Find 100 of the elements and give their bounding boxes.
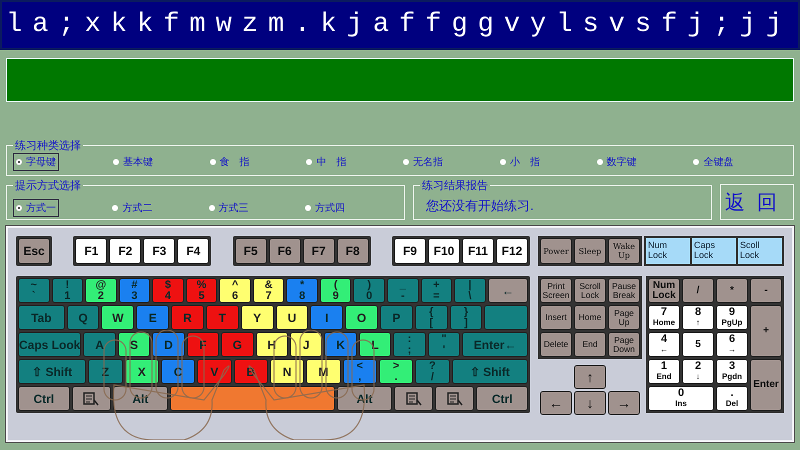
radio-option[interactable]: 方式二 <box>109 199 156 217</box>
key[interactable]: 8 ↑ <box>682 305 714 330</box>
key[interactable]: $ 4 <box>152 278 184 303</box>
radio-option[interactable]: 无名指 <box>400 153 446 171</box>
key[interactable]: F11 <box>462 238 494 264</box>
key[interactable]: 9 PgUp <box>716 305 748 330</box>
key[interactable]: L <box>358 332 392 357</box>
key[interactable]: Ctrl <box>18 386 70 411</box>
radio-option[interactable]: 数字键 <box>594 153 640 171</box>
key[interactable]: ! 1 <box>52 278 84 303</box>
key[interactable]: W <box>101 305 134 330</box>
key[interactable] <box>72 386 111 411</box>
key[interactable]: + <box>750 305 782 357</box>
key[interactable]: P <box>380 305 413 330</box>
key[interactable]: ^ 6 <box>219 278 251 303</box>
key[interactable]: / <box>682 278 714 303</box>
key[interactable]: | \ <box>454 278 486 303</box>
key[interactable]: @ 2 <box>85 278 117 303</box>
key[interactable]: . Del <box>716 386 748 411</box>
key[interactable]: O <box>345 305 378 330</box>
key[interactable]: Num Lock <box>648 278 680 303</box>
key[interactable]: F3 <box>143 238 176 264</box>
key[interactable]: F6 <box>268 238 301 264</box>
typing-field[interactable] <box>6 58 794 102</box>
key[interactable]: * <box>716 278 748 303</box>
key[interactable]: Home <box>574 305 606 330</box>
key[interactable]: - <box>750 278 782 303</box>
key[interactable]: J <box>290 332 322 357</box>
key[interactable]: ) 0 <box>353 278 386 303</box>
key[interactable]: F <box>186 332 220 357</box>
radio-option[interactable]: 字母键 <box>13 153 59 171</box>
key[interactable] <box>435 386 474 411</box>
key[interactable]: * 8 <box>286 278 318 303</box>
key[interactable]: ⇧ Shift <box>452 359 528 384</box>
key[interactable]: " ' <box>428 332 460 357</box>
key[interactable]: V <box>197 359 232 384</box>
key[interactable]: Esc <box>18 238 50 264</box>
key[interactable]: 2 ↓ <box>682 359 714 384</box>
key[interactable]: 5 <box>682 332 714 357</box>
key[interactable]: F1 <box>75 238 108 264</box>
key[interactable]: R <box>171 305 204 330</box>
key[interactable]: : ; <box>393 332 426 357</box>
key[interactable]: Sleep <box>574 238 606 264</box>
key[interactable]: Enter← <box>462 332 528 357</box>
key[interactable]: 1 End <box>648 359 680 384</box>
key[interactable]: Print Screen <box>540 278 572 303</box>
key[interactable]: { [ <box>414 305 448 330</box>
arrow-key[interactable]: ↓ <box>574 391 606 415</box>
arrow-key[interactable]: ← <box>540 391 572 415</box>
radio-option[interactable]: 全键盘 <box>690 153 736 171</box>
radio-option[interactable]: 方式四 <box>302 199 348 217</box>
key[interactable]: ⇧ Shift <box>18 359 86 384</box>
key[interactable]: Alt <box>336 386 392 411</box>
key[interactable]: F12 <box>496 238 528 264</box>
key[interactable]: # 3 <box>118 278 150 303</box>
key[interactable]: Pause Break <box>608 278 640 303</box>
key[interactable]: Wake Up <box>608 238 640 264</box>
key[interactable]: Page Up <box>608 305 640 330</box>
key[interactable]: N <box>270 359 304 384</box>
key[interactable]: 0 Ins <box>648 386 714 411</box>
key[interactable]: T <box>206 305 239 330</box>
key[interactable]: F8 <box>336 238 369 264</box>
key[interactable]: _ - <box>387 278 419 303</box>
radio-option[interactable]: 中 指 <box>303 153 350 171</box>
key[interactable]: ~ ` <box>18 278 50 303</box>
key[interactable]: F5 <box>234 238 267 264</box>
key[interactable]: F4 <box>177 238 210 264</box>
key[interactable]: Q <box>66 305 100 330</box>
key[interactable]: G <box>221 332 254 357</box>
key[interactable]: 4 ← <box>648 332 680 357</box>
key[interactable]: 7 Home <box>648 305 680 330</box>
key[interactable] <box>394 386 434 411</box>
key[interactable]: Enter <box>750 359 782 411</box>
key[interactable]: 6 → <box>716 332 748 357</box>
key[interactable]: F7 <box>302 238 335 264</box>
key[interactable]: ← <box>488 278 528 303</box>
key[interactable]: S <box>118 332 150 357</box>
space-bar[interactable] <box>170 386 335 411</box>
key[interactable]: Delete <box>540 332 572 357</box>
key[interactable]: ? / <box>415 359 450 384</box>
key[interactable]: I <box>310 305 344 330</box>
radio-option[interactable]: 小 指 <box>496 153 543 171</box>
key[interactable] <box>484 305 528 330</box>
key[interactable]: End <box>574 332 606 357</box>
key[interactable]: > . <box>378 359 414 384</box>
key[interactable]: + = <box>420 278 452 303</box>
key[interactable]: Scroll Lock <box>574 278 606 303</box>
arrow-key[interactable]: → <box>608 391 640 415</box>
key[interactable]: & 7 <box>252 278 284 303</box>
key[interactable]: F10 <box>428 238 460 264</box>
radio-option[interactable]: 方式一 <box>13 199 59 217</box>
key[interactable]: F9 <box>394 238 426 264</box>
radio-option[interactable]: 方式三 <box>206 199 252 217</box>
radio-option[interactable]: 食 指 <box>206 153 252 171</box>
key[interactable]: E <box>136 305 170 330</box>
arrow-key[interactable]: ↑ <box>574 365 606 389</box>
radio-option[interactable]: 基本键 <box>110 153 156 171</box>
key[interactable]: 3 Pgdn <box>716 359 748 384</box>
key[interactable]: % 5 <box>186 278 218 303</box>
key[interactable]: Page Down <box>608 332 640 357</box>
